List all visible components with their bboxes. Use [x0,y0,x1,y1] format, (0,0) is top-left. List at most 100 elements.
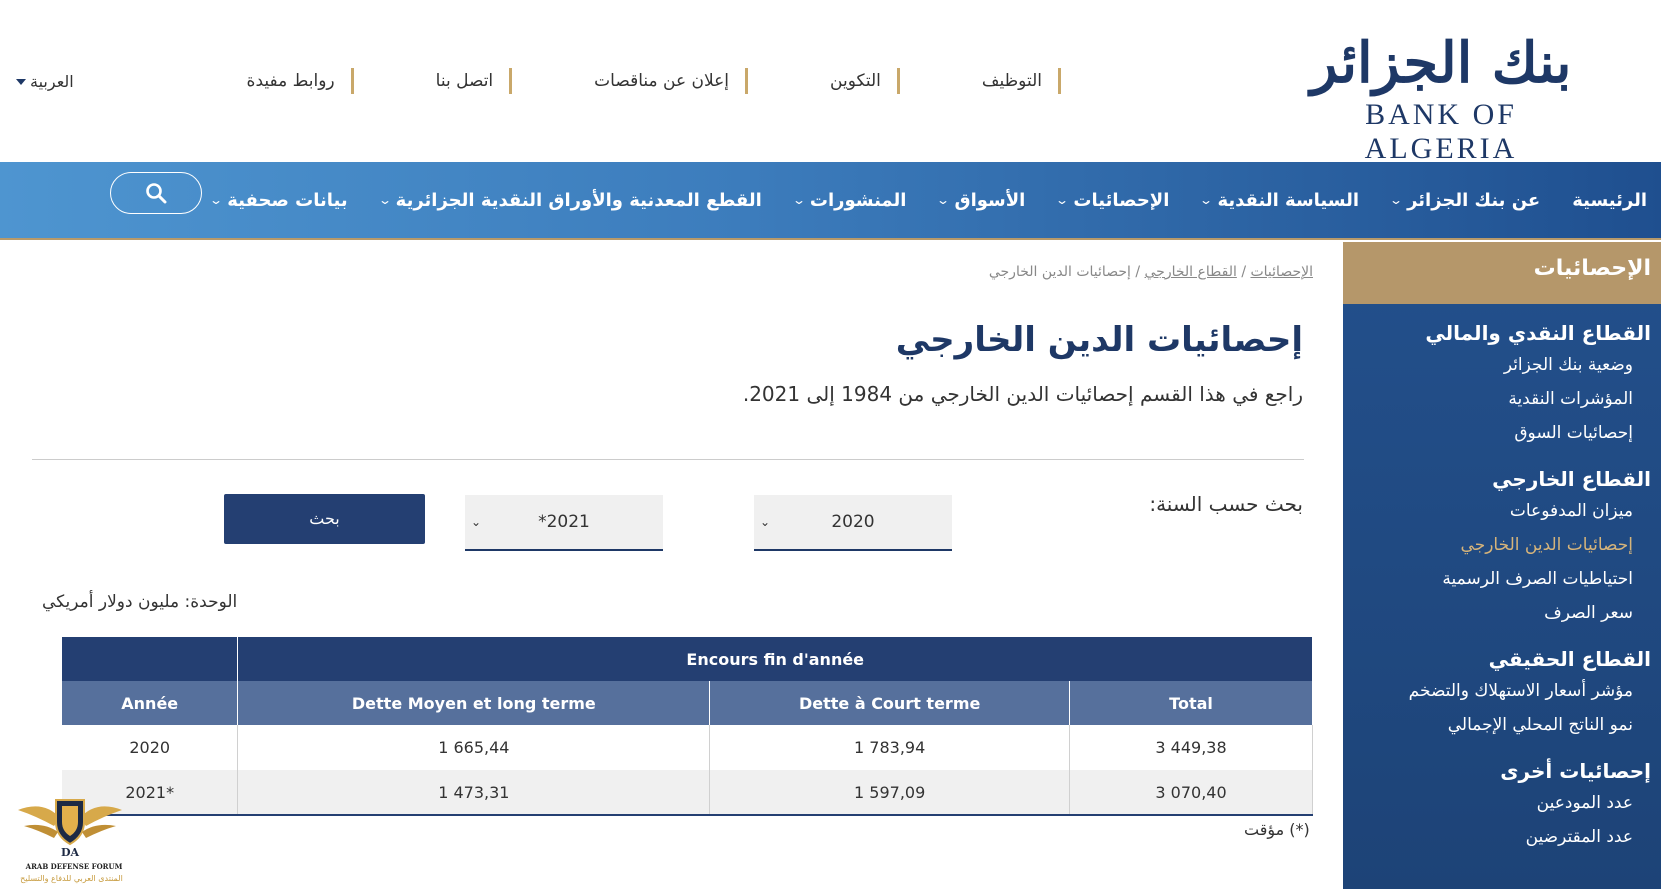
chevron-down-icon: ⌄ [209,193,224,207]
year-search-label: بحث حسب السنة: [1149,492,1303,516]
main-content: الإحصائيات / القطاع الخارجي / إحصائيات ا… [0,242,1343,889]
table-group-header-row: Encours fin d'année [62,637,1313,681]
language-switcher[interactable]: العربية [16,72,74,91]
cell-total: 3 070,40 [1069,770,1313,816]
nav-item-label: الرئيسية [1572,189,1647,211]
nav-item-label: المنشورات [809,189,907,211]
nav-item-press-releases[interactable]: بيانات صحفية ⌄ [209,189,348,211]
nav-item-label: بيانات صحفية [227,189,348,211]
watermark-text: ARAB DEFENSE FORUM [25,862,123,871]
bank-logo[interactable]: بنك الجزائر BANK OF ALGERIA [1291,28,1591,165]
top-link-contact[interactable]: اتصل بنا [436,68,513,94]
chevron-down-icon: ⌄ [1388,193,1404,207]
sidebar-section-title[interactable]: إحصائيات أخرى [1343,756,1651,786]
chevron-down-icon: ⌄ [1199,193,1214,207]
sidebar-link-cpi-inflation[interactable]: مؤشر أسعار الاستهلاك والتضخم [1343,674,1651,708]
column-header-total: Total [1069,681,1313,725]
footnote-provisional: (*) مؤقت [1244,820,1310,839]
chevron-down-icon: ⌄ [791,193,806,207]
sidebar-link-market-stats[interactable]: إحصائيات السوق [1343,416,1651,450]
sidebar-title: الإحصائيات [1343,242,1661,304]
caret-down-icon [16,78,26,85]
breadcrumb-separator: / [1241,264,1247,280]
page-description: راجع في هذا القسم إحصائيات الدين الخارجي… [742,382,1303,406]
chevron-down-icon: ⌄ [1055,193,1070,207]
nav-item-monetary-policy[interactable]: السياسة النقدية ⌄ [1199,189,1359,211]
cell-short-term-debt: 1 783,94 [709,725,1071,770]
sidebar-section-monetary: القطاع النقدي والمالي وضعية بنك الجزائر … [1343,318,1661,450]
breadcrumb-link-external-sector[interactable]: القطاع الخارجي [1145,264,1237,280]
sidebar: الإحصائيات القطاع النقدي والمالي وضعية ب… [1343,242,1661,889]
chevron-down-icon: ⌄ [471,515,482,529]
to-year-value: *2021 [538,512,590,532]
sidebar-section-title[interactable]: القطاع النقدي والمالي [1343,318,1651,348]
nav-items: الرئيسية عن بنك الجزائر ⌄ السياسة النقدي… [209,162,1647,238]
divider [32,459,1304,460]
main-nav: الرئيسية عن بنك الجزائر ⌄ السياسة النقدي… [0,162,1661,240]
cell-long-term-debt: 1 473,31 [237,770,711,816]
table-group-header-empty [62,637,239,681]
from-year-value: 2020 [831,512,875,532]
top-link-useful-links[interactable]: روابط مفيدة [247,68,354,94]
cell-total: 3 449,38 [1069,725,1313,770]
column-header-short-term-debt: Dette à Court terme [709,681,1071,725]
sidebar-section-title[interactable]: القطاع الحقيقي [1343,644,1651,674]
nav-item-label: الأسواق [954,189,1026,211]
nav-item-label: عن بنك الجزائر [1407,189,1541,211]
sidebar-link-gdp-growth[interactable]: نمو الناتج المحلي الإجمالي [1343,708,1651,742]
nav-item-label: الإحصائيات [1073,189,1170,211]
sidebar-section-title[interactable]: القطاع الخارجي [1343,464,1651,494]
sidebar-link-exchange-rate[interactable]: سعر الصرف [1343,596,1651,630]
sidebar-section-real: القطاع الحقيقي مؤشر أسعار الاستهلاك والت… [1343,644,1661,742]
external-debt-table: Encours fin d'année Année Dette Moyen et… [62,637,1313,816]
sidebar-link-fx-reserves[interactable]: احتياطيات الصرف الرسمية [1343,562,1651,596]
nav-item-statistics[interactable]: الإحصائيات ⌄ [1055,189,1170,211]
sidebar-link-borrowers[interactable]: عدد المقترضين [1343,820,1651,854]
nav-item-label: القطع المعدنية والأوراق النقدية الجزائري… [395,189,762,211]
nav-item-home[interactable]: الرئيسية [1572,190,1647,211]
top-link-recruitment[interactable]: التوظيف [982,68,1061,94]
search-submit-button[interactable]: بحث [224,494,425,544]
nav-item-about[interactable]: عن بنك الجزائر ⌄ [1388,189,1541,211]
breadcrumb: الإحصائيات / القطاع الخارجي / إحصائيات ا… [989,264,1313,280]
table-header-row: Année Dette Moyen et long terme Dette à … [62,681,1313,725]
table-row: 2021* 1 473,31 1 597,09 3 070,40 [62,770,1313,816]
sidebar-link-depositors[interactable]: عدد المودعين [1343,786,1651,820]
sidebar-link-external-debt[interactable]: إحصائيات الدين الخارجي [1343,528,1651,562]
unit-label: الوحدة: مليون دولار أمريكي [42,592,238,612]
sidebar-section-external: القطاع الخارجي ميزان المدفوعات إحصائيات … [1343,464,1661,630]
top-links: التوظيف التكوين إعلان عن مناقصات اتصل بن… [165,68,1061,94]
table-row: 2020 1 665,44 1 783,94 3 449,38 [62,725,1313,770]
column-header-long-term-debt: Dette Moyen et long terme [237,681,711,725]
chevron-down-icon: ⌄ [377,193,392,207]
nav-item-publications[interactable]: المنشورات ⌄ [791,189,907,211]
top-link-training[interactable]: التكوين [830,68,900,94]
watermark-logo: DA ARAB DEFENSE FORUM المنتدى العربي للد… [14,796,126,889]
logo-arabic-text: بنك الجزائر [1310,30,1572,96]
from-year-select[interactable]: 2020 ⌄ [754,495,952,551]
column-header-year: Année [62,681,239,725]
nav-item-label: السياسة النقدية [1217,189,1359,211]
top-header: بنك الجزائر BANK OF ALGERIA التوظيف التك… [0,0,1661,165]
page-title: إحصائيات الدين الخارجي [895,320,1303,360]
sidebar-link-monetary-indicators[interactable]: المؤشرات النقدية [1343,382,1651,416]
breadcrumb-separator: / [1135,264,1141,280]
shield-emblem-icon: DA [18,799,122,859]
breadcrumb-link-statistics[interactable]: الإحصائيات [1250,264,1313,280]
cell-short-term-debt: 1 597,09 [709,770,1071,816]
chevron-down-icon: ⌄ [936,193,951,207]
nav-item-markets[interactable]: الأسواق ⌄ [936,189,1026,211]
to-year-select[interactable]: *2021 ⌄ [465,495,663,551]
search-button[interactable] [110,172,202,214]
table-group-header: Encours fin d'année [237,637,1313,681]
top-link-tenders[interactable]: إعلان عن مناقصات [594,68,749,94]
chevron-down-icon: ⌄ [760,515,771,529]
sidebar-link-balance-of-payments[interactable]: ميزان المدفوعات [1343,494,1651,528]
search-icon [146,183,167,204]
sidebar-section-other: إحصائيات أخرى عدد المودعين عدد المقترضين [1343,756,1661,854]
cell-year: 2020 [62,725,239,770]
language-label: العربية [30,72,74,91]
cell-long-term-debt: 1 665,44 [237,725,711,770]
nav-item-coins-banknotes[interactable]: القطع المعدنية والأوراق النقدية الجزائري… [377,189,762,211]
sidebar-link-boa-position[interactable]: وضعية بنك الجزائر [1343,348,1651,382]
